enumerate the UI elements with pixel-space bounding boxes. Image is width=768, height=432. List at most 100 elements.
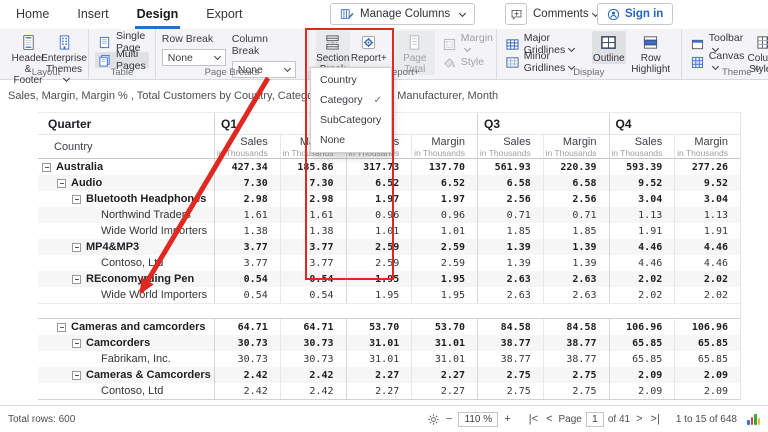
sign-in-label: Sign in [625, 8, 663, 20]
menu-item-none[interactable]: None [311, 130, 391, 150]
menu-item-label: None [320, 134, 345, 146]
table-cell: 84.58 [543, 319, 609, 335]
table-cell: 2.27 [411, 383, 477, 399]
tab-insert[interactable]: Insert [75, 0, 110, 29]
table-cell: 38.77 [477, 351, 543, 367]
section-break-icon [324, 34, 341, 51]
tab-design[interactable]: Design [135, 0, 181, 29]
section-break-menu: Country Category✓ SubCategory None [310, 67, 392, 153]
table-row-label: Cameras and camcorders [38, 319, 214, 335]
table-cell: 137.70 [411, 159, 477, 175]
zoom-out-button[interactable]: − [444, 413, 454, 425]
first-page-button[interactable]: |< [527, 413, 540, 425]
menu-item-label: Country [320, 74, 357, 86]
collapse-icon[interactable] [57, 323, 66, 332]
sign-in-button[interactable]: Sign in [597, 3, 673, 25]
row-label-text: Cameras & Camcorders Accessories [86, 369, 214, 381]
collapse-icon[interactable] [72, 243, 81, 252]
measure-header-margin: Marginin Thousands [543, 135, 609, 159]
table-cell: 0.54 [280, 287, 346, 303]
table-cell: 2.27 [411, 367, 477, 383]
menu-item-label: SubCategory [320, 114, 381, 126]
row-break-value: None [168, 52, 193, 64]
ribbon-group-theme: Toolbar Canvas Column Style Theme [682, 29, 768, 79]
button-label: Outline [593, 53, 625, 64]
tab-export[interactable]: Export [204, 0, 244, 29]
total-rows-label: Total rows: 600 [0, 414, 75, 425]
collapse-icon[interactable] [57, 179, 66, 188]
ribbon-group-display: Major Gridlines Minor Gridlines Outline … [497, 29, 682, 79]
table-cell: 2.63 [477, 287, 543, 303]
row-highlight-icon [642, 34, 659, 51]
table-cell: 38.77 [543, 351, 609, 367]
table-cell: 1.61 [214, 207, 280, 223]
group-label-layout: Layout [4, 67, 88, 78]
manage-columns-button[interactable]: Manage Columns [330, 3, 475, 25]
table-cell: 2.27 [346, 367, 412, 383]
collapse-icon[interactable] [72, 195, 81, 204]
table-cell: 2.75 [543, 367, 609, 383]
collapse-icon[interactable] [72, 371, 81, 380]
person-icon [607, 8, 620, 21]
table-cell: 2.56 [477, 191, 543, 207]
table-cell: 1.39 [543, 255, 609, 271]
zoom-in-button[interactable]: + [502, 413, 512, 425]
table-cell: 9.52 [674, 175, 740, 191]
page-total-icon [406, 34, 423, 51]
table-cell: 6.58 [477, 175, 543, 191]
outline-button[interactable]: Outline [592, 31, 626, 64]
measure-subtitle: in Thousands [217, 149, 268, 158]
collapse-icon[interactable] [72, 275, 81, 284]
table-cell: 4.46 [609, 239, 675, 255]
button-label: Row [641, 53, 661, 64]
button-label: Section [316, 53, 349, 64]
menu-item-country[interactable]: Country [311, 70, 391, 90]
table-cell: 64.71 [214, 319, 280, 335]
building-icon [56, 34, 73, 51]
menu-item-subcategory[interactable]: SubCategory [311, 110, 391, 130]
page-of-label: of 41 [608, 414, 630, 425]
table-cell: 2.63 [543, 271, 609, 287]
report-plus-button[interactable]: Report+ [352, 31, 386, 64]
tab-bar: Home Insert Design Export Manage Columns… [0, 0, 768, 29]
outline-icon [600, 34, 617, 51]
table-cell: 3.77 [214, 239, 280, 255]
table-cell: 3.77 [214, 255, 280, 271]
ribbon-group-page-breaks: Row Break None Column Break None Page Br… [156, 29, 309, 79]
button-label: Header [12, 53, 45, 64]
menu-item-category[interactable]: Category✓ [311, 90, 391, 110]
check-icon: ✓ [374, 95, 382, 106]
table-cell: 1.85 [477, 223, 543, 239]
table-cell: 53.70 [346, 319, 412, 335]
next-page-button[interactable]: > [634, 413, 644, 425]
table-cell: 65.85 [609, 351, 675, 367]
zoom-level-input[interactable] [458, 412, 498, 427]
tab-home[interactable]: Home [14, 0, 51, 29]
row-break-select[interactable]: None [162, 49, 226, 66]
table-cell: 2.98 [214, 191, 280, 207]
table-cell: 106.96 [609, 319, 675, 335]
measure-title: Sales [240, 136, 268, 148]
measure-subtitle: in Thousands [677, 149, 728, 158]
group-label-page-breaks: Page Breaks [156, 67, 308, 78]
measure-title: Margin [431, 136, 465, 148]
comments-button[interactable]: Comments [505, 3, 598, 25]
table-cell: 1.39 [543, 239, 609, 255]
page-number-input[interactable] [586, 412, 604, 427]
multi-pages-button[interactable]: Multi Pages [95, 52, 149, 68]
last-page-button[interactable]: >| [649, 413, 662, 425]
table-cell: 2.09 [674, 367, 740, 383]
margin-button: Margin [440, 36, 490, 52]
table-cell: 2.42 [214, 367, 280, 383]
table-cell: 31.01 [411, 351, 477, 367]
collapse-icon[interactable] [72, 339, 81, 348]
settings-gear-icon[interactable] [427, 413, 440, 426]
table-row-label: Wide World Importers [38, 287, 214, 303]
quarter-header-q4: Q4 [609, 113, 741, 135]
prev-page-button[interactable]: < [544, 413, 554, 425]
table-cell: 2.59 [411, 255, 477, 271]
report-measures-text: Sales, Margin, Margin % , Total Customer… [8, 90, 498, 102]
table-cell: 1.38 [214, 223, 280, 239]
table-cell: 38.77 [477, 335, 543, 351]
collapse-icon[interactable] [42, 163, 51, 172]
